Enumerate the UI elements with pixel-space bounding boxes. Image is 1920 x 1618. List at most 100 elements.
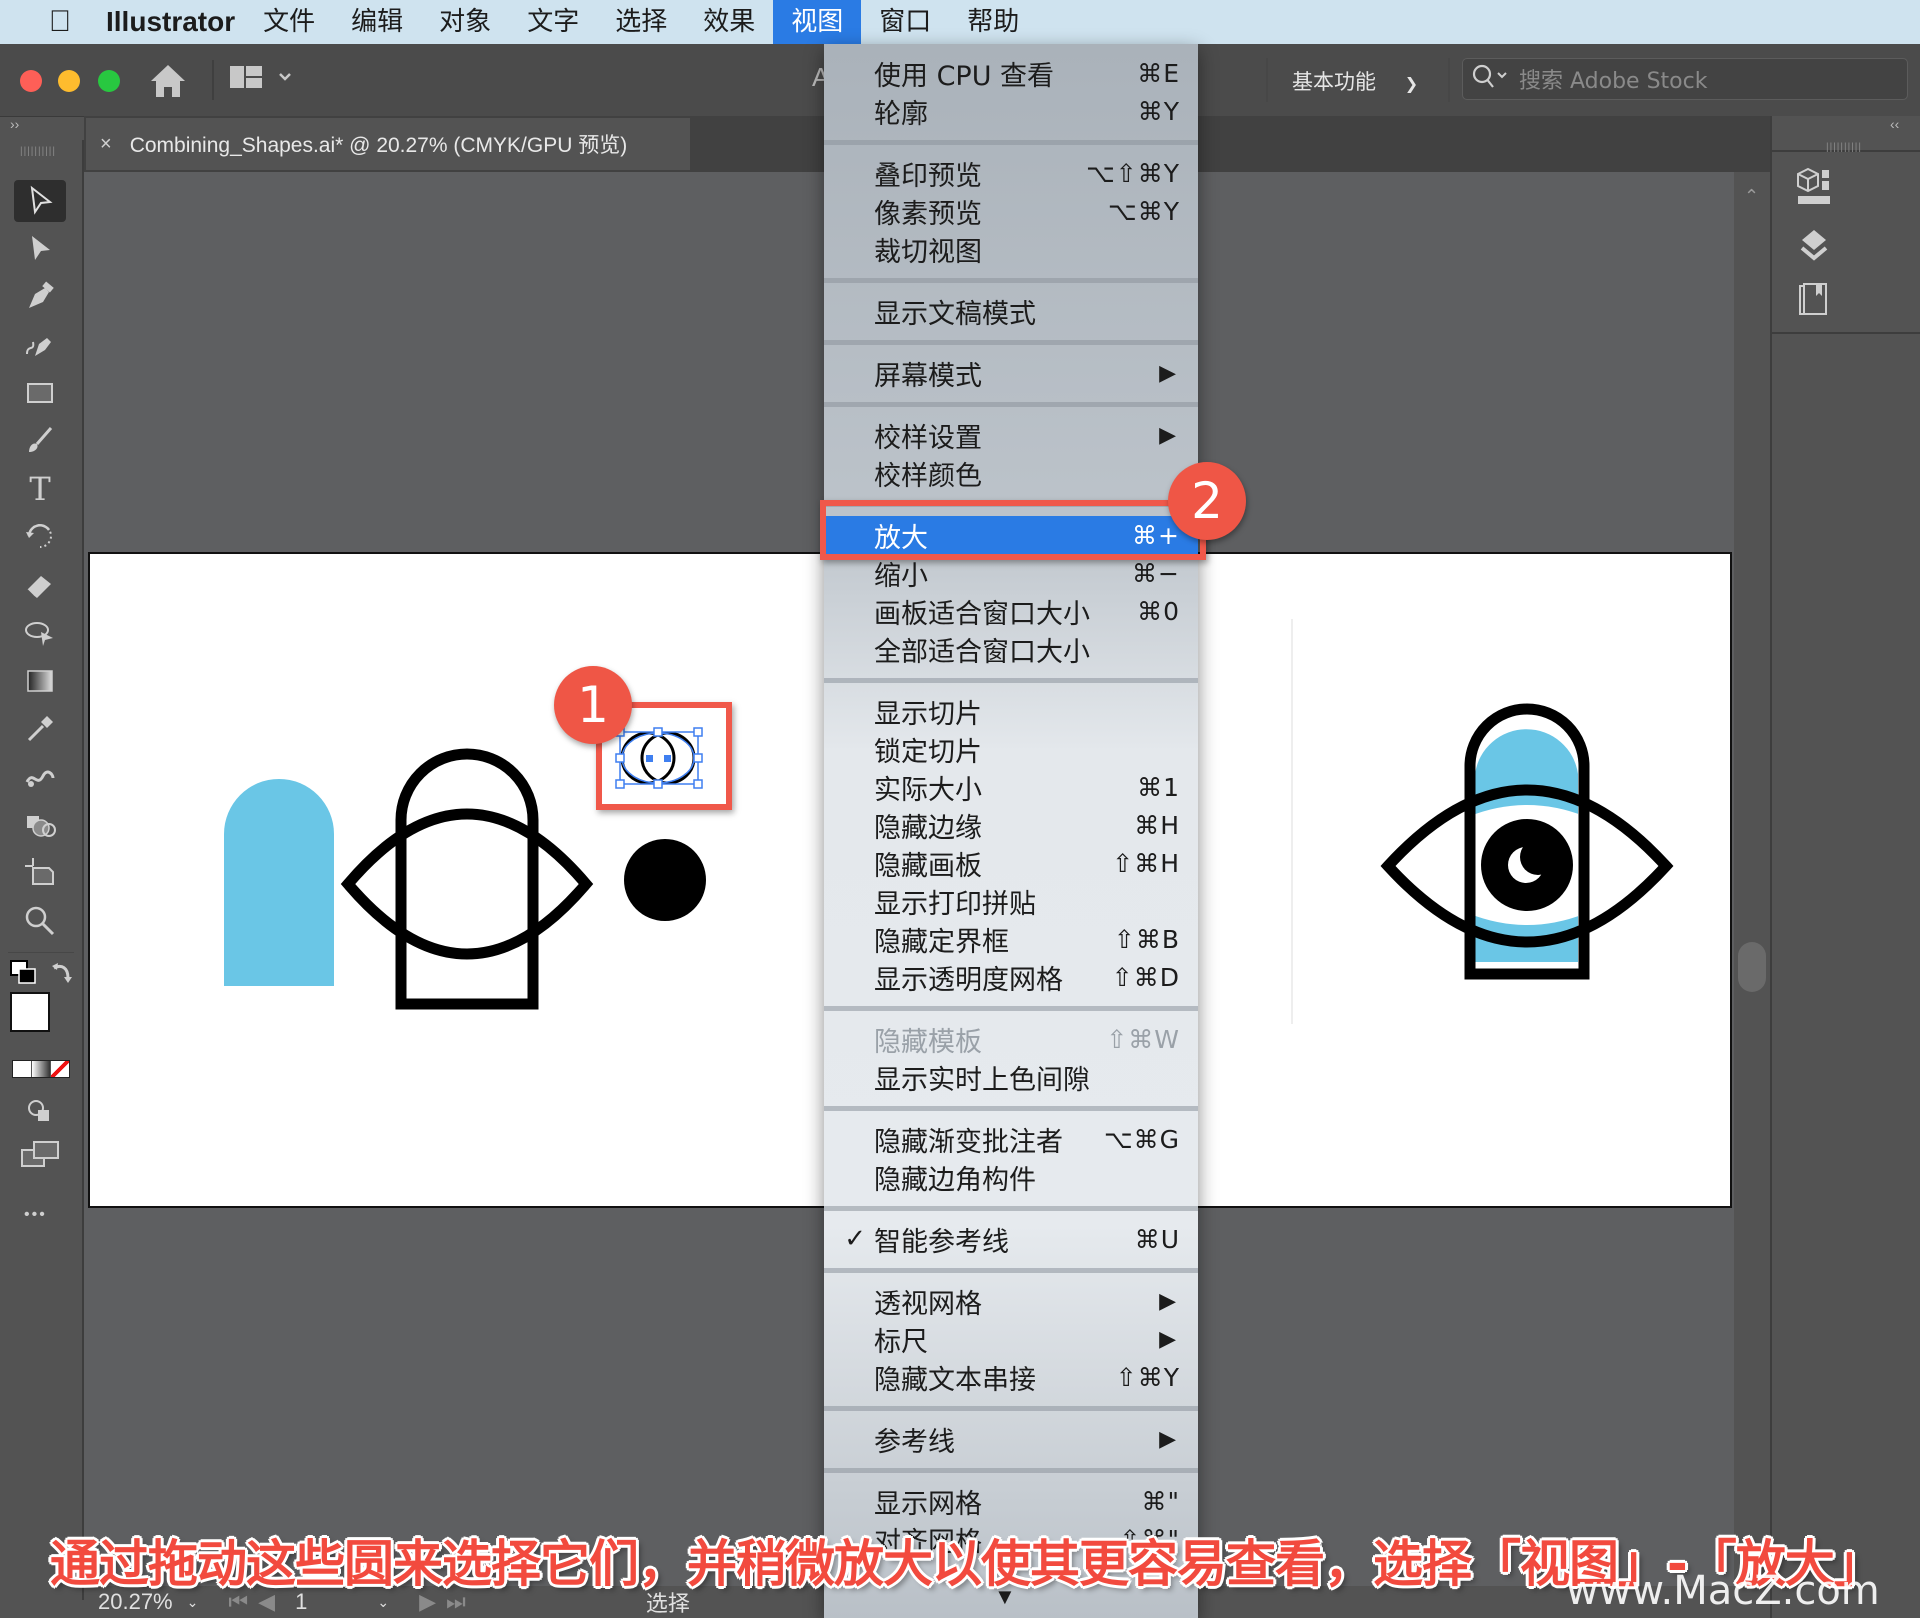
color-mode-none[interactable] <box>51 1061 69 1077</box>
view-menu-item[interactable]: 像素预览 ⌥⌘Y <box>824 192 1198 230</box>
menu-item-label: 隐藏边缘 <box>874 812 982 844</box>
view-menu-item[interactable]: 显示切片 <box>824 692 1198 730</box>
view-menu-item[interactable]: 隐藏文本串接 ⇧⌘Y <box>824 1358 1198 1396</box>
paintbrush-tool-icon[interactable] <box>14 420 66 462</box>
more-tools-icon[interactable]: ••• <box>24 1206 47 1224</box>
view-menu-item[interactable]: 实际大小 ⌘1 <box>824 768 1198 806</box>
view-menu-item[interactable]: 隐藏边缘 ⌘H <box>824 806 1198 844</box>
menu-item-label: 隐藏边角构件 <box>874 1164 1036 1196</box>
zoom-dropdown-icon[interactable]: ⌄ <box>187 1594 199 1611</box>
view-menu-item[interactable]: 参考线 ▶ <box>824 1420 1198 1458</box>
gradient-tool-icon[interactable] <box>14 660 66 702</box>
menu-view[interactable]: 视图 <box>773 0 862 44</box>
menu-item-label: 标尺 <box>874 1326 928 1358</box>
view-menu-item[interactable]: 显示网格 ⌘" <box>824 1482 1198 1520</box>
eraser-tool-icon[interactable] <box>14 564 66 606</box>
view-menu-item[interactable]: 校样颜色 <box>824 454 1198 492</box>
default-fill-stroke-icon[interactable] <box>10 960 36 991</box>
adobe-stock-search-input[interactable]: 搜索 Adobe Stock <box>1462 58 1908 100</box>
libraries-icon[interactable] <box>1794 166 1834 219</box>
swap-fill-stroke-icon[interactable] <box>50 960 76 991</box>
vertical-scrollbar[interactable]: ⌃ <box>1734 172 1770 1592</box>
menu-help[interactable]: 帮助 <box>949 0 1037 44</box>
menu-window[interactable]: 窗口 <box>861 0 949 44</box>
fill-color-swatch[interactable] <box>10 992 50 1032</box>
view-menu-item[interactable]: 隐藏定界框 ⇧⌘B <box>824 920 1198 958</box>
color-mode-solid[interactable] <box>13 1061 31 1077</box>
app-menu-illustrator[interactable]: Illustrator <box>106 6 235 38</box>
menu-item-label: 显示文稿模式 <box>874 298 1036 330</box>
view-menu-item[interactable]: 校样设置 ▶ <box>824 416 1198 454</box>
type-tool-icon[interactable]: T <box>14 468 66 510</box>
panel-grip[interactable]: |||||||||| <box>1826 142 1862 153</box>
divider <box>1772 332 1920 334</box>
dock-collapse-button[interactable]: ‹‹ <box>1890 116 1899 132</box>
view-menu-item[interactable]: 显示文稿模式 <box>824 292 1198 330</box>
view-menu-item[interactable]: 显示打印拼贴 <box>824 882 1198 920</box>
artboard-dropdown-icon[interactable]: ⌄ <box>377 1594 389 1611</box>
view-menu-item[interactable]: 隐藏画板 ⇧⌘H <box>824 844 1198 882</box>
selection-tool-icon[interactable] <box>14 180 66 222</box>
view-menu-item[interactable]: 锁定切片 <box>824 730 1198 768</box>
zoom-tool-icon[interactable] <box>14 900 66 942</box>
view-menu-item[interactable]: 隐藏边角构件 <box>824 1158 1198 1196</box>
curvature-tool-icon[interactable] <box>14 324 66 366</box>
blend-tool-icon[interactable] <box>14 756 66 798</box>
eyedropper-tool-icon[interactable] <box>14 708 66 750</box>
view-menu-item[interactable]: 叠印预览 ⌥⇧⌘Y <box>824 154 1198 192</box>
view-menu-item[interactable]: 裁切视图 <box>824 230 1198 268</box>
window-close-button[interactable] <box>20 70 42 92</box>
view-menu-item[interactable]: 屏幕模式 ▶ <box>824 354 1198 392</box>
view-menu-item[interactable]: 隐藏渐变批注者 ⌥⌘G <box>824 1120 1198 1158</box>
view-menu-item[interactable]: 显示实时上色间隙 <box>824 1058 1198 1096</box>
view-menu-item[interactable]: 标尺 ▶ <box>824 1320 1198 1358</box>
view-menu-item: 隐藏模板 ⇧⌘W <box>824 1020 1198 1058</box>
close-tab-icon[interactable]: × <box>100 133 112 156</box>
view-menu-item[interactable]: 轮廓 ⌘Y <box>824 92 1198 130</box>
puppet-warp-tool-icon[interactable] <box>14 612 66 654</box>
screen-mode-icon[interactable] <box>20 1140 60 1175</box>
color-mode-gradient[interactable] <box>32 1061 50 1077</box>
menu-select[interactable]: 选择 <box>597 0 685 44</box>
submenu-arrow-icon: ▶ <box>1159 360 1176 386</box>
menu-effect[interactable]: 效果 <box>685 0 773 44</box>
view-menu-item[interactable]: 画板适合窗口大小 ⌘0 <box>824 592 1198 630</box>
menu-separator <box>824 1406 1198 1411</box>
menu-file[interactable]: 文件 <box>245 0 333 44</box>
divider <box>212 60 214 100</box>
window-zoom-button[interactable] <box>98 70 120 92</box>
layout-grid-icon[interactable] <box>228 64 298 99</box>
rectangle-tool-icon[interactable] <box>14 372 66 414</box>
menu-separator <box>824 140 1198 145</box>
pen-tool-icon[interactable] <box>14 276 66 318</box>
scrollbar-thumb[interactable] <box>1738 942 1766 992</box>
menu-edit[interactable]: 编辑 <box>333 0 421 44</box>
menu-object[interactable]: 对象 <box>421 0 509 44</box>
document-tab[interactable]: × Combining_Shapes.ai* @ 20.27% (CMYK/GP… <box>86 118 690 170</box>
menu-item-shortcut: ⇧⌘Y <box>1115 1362 1180 1392</box>
rotate-tool-icon[interactable] <box>14 516 66 558</box>
asset-export-icon[interactable] <box>1794 280 1834 325</box>
direct-selection-tool-icon[interactable] <box>14 228 66 270</box>
workspace-label: 基本功能 <box>1292 70 1376 94</box>
menu-type[interactable]: 文字 <box>509 0 597 44</box>
layers-icon[interactable] <box>1794 226 1834 271</box>
menu-item-label: 裁切视图 <box>874 236 982 268</box>
toolbar-collapse-button[interactable]: ›› <box>0 116 94 140</box>
menu-item-shortcut: ⌘E <box>1137 58 1180 88</box>
artboard-tool-icon[interactable] <box>14 852 66 894</box>
view-menu-item[interactable]: 透视网格 ▶ <box>824 1282 1198 1320</box>
drawing-mode-icon[interactable] <box>26 1098 52 1129</box>
apple-logo-icon[interactable]:  <box>40 5 80 39</box>
scroll-up-icon[interactable]: ⌃ <box>1744 186 1759 207</box>
shape-builder-tool-icon[interactable] <box>14 804 66 846</box>
workspace-switcher[interactable]: 基本功能 ❯ <box>1292 66 1418 96</box>
view-menu-item[interactable]: 显示透明度网格 ⇧⌘D <box>824 958 1198 996</box>
view-menu-item[interactable]: 使用 CPU 查看 ⌘E <box>824 54 1198 92</box>
menu-item-shortcut: ⇧⌘W <box>1106 1024 1180 1054</box>
home-icon[interactable] <box>148 62 188 100</box>
view-menu-item[interactable]: ✓ 智能参考线 ⌘U <box>824 1220 1198 1258</box>
view-menu-item[interactable]: 全部适合窗口大小 <box>824 630 1198 668</box>
panel-grip[interactable]: |||||||||| <box>20 146 56 157</box>
window-minimize-button[interactable] <box>58 70 80 92</box>
